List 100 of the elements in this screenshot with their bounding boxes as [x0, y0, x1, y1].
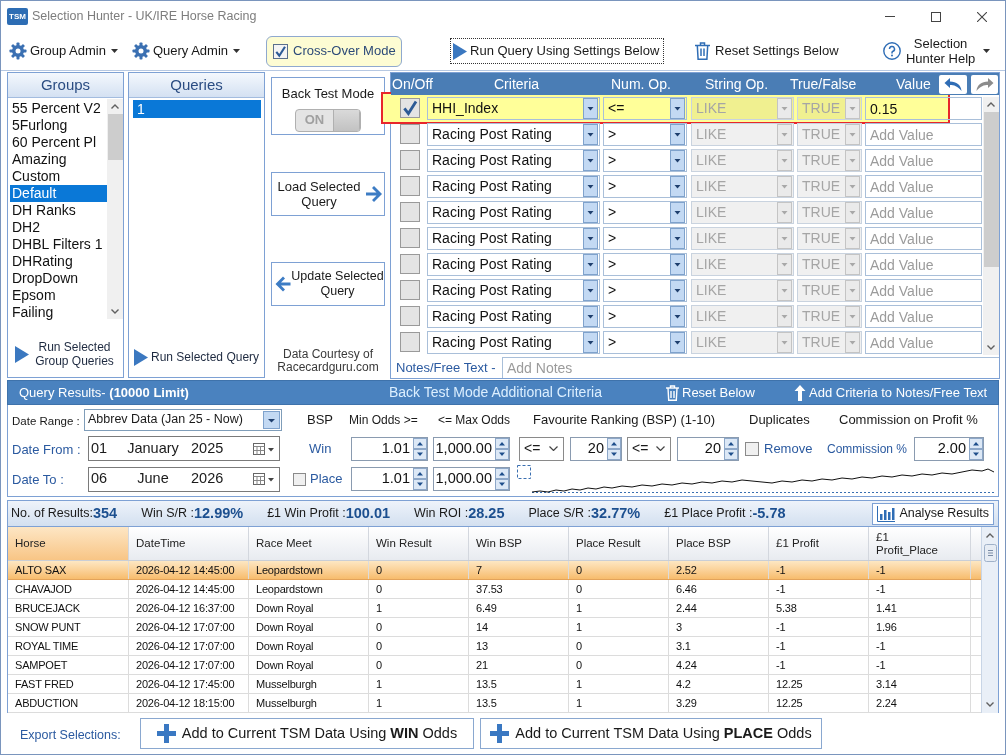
- criteria-dropdown[interactable]: Racing Post Rating: [427, 149, 600, 172]
- group-list-item[interactable]: Epsom: [10, 287, 107, 304]
- operator-dropdown[interactable]: >: [603, 227, 687, 250]
- odds-spinner[interactable]: 1,000.00: [433, 467, 510, 491]
- checkbox[interactable]: [400, 202, 420, 222]
- value-field[interactable]: Add Value: [865, 201, 982, 224]
- table-row[interactable]: SNOW PUNT 2026-04-12 17:07:00 Down Royal 0 14 1 3 -1 1.96: [8, 618, 981, 637]
- reset-below-button[interactable]: Reset Below: [666, 382, 755, 403]
- export-button[interactable]: Add to Current TSM Data Using WIN Odds: [140, 718, 474, 749]
- column-header[interactable]: £1 Profit: [769, 527, 869, 560]
- column-header[interactable]: Win Result: [369, 527, 469, 560]
- cross-over-mode-toggle[interactable]: Cross-Over Mode: [266, 35, 403, 67]
- operator-dropdown[interactable]: >: [603, 331, 687, 354]
- checkbox[interactable]: [400, 254, 420, 274]
- table-row[interactable]: ALTO SAX 2026-04-12 14:45:00 Leopardstown 0 7 0 2.52 -1 -1: [8, 561, 981, 580]
- operator-dropdown[interactable]: >: [603, 201, 687, 224]
- run-query-button[interactable]: Run Query Using Settings Below: [450, 38, 665, 64]
- scrollbar-thumb[interactable]: [983, 112, 999, 267]
- value-field[interactable]: Add Value: [865, 253, 982, 276]
- column-header[interactable]: DateTime: [129, 527, 249, 560]
- table-row[interactable]: CHAVAJOD 2026-04-12 14:45:00 Leopardstown 0 37.53 0 6.46 -1 -1: [8, 580, 981, 599]
- checkbox[interactable]: [400, 306, 420, 326]
- value-field[interactable]: Add Value: [865, 175, 982, 198]
- operator-dropdown[interactable]: <=: [603, 97, 687, 120]
- checkbox[interactable]: [400, 150, 420, 170]
- run-query-button[interactable]: Run Selected Query: [134, 348, 260, 366]
- table-row[interactable]: ROYAL TIME 2026-04-12 17:07:00 Down Royal 0 13 0 3.1 -1 -1: [8, 637, 981, 656]
- help-menu[interactable]: Selection Hunter Help: [882, 36, 990, 66]
- ranking-spinner[interactable]: 20: [677, 436, 739, 461]
- operator-select[interactable]: <=: [627, 436, 671, 461]
- analyse-results-button[interactable]: Analyse Results: [872, 502, 994, 525]
- operator-dropdown[interactable]: >: [603, 305, 687, 328]
- add-criteria-button[interactable]: Add Criteria to Notes/Free Text: [794, 382, 988, 403]
- criteria-dropdown[interactable]: Racing Post Rating: [427, 305, 600, 328]
- scrollbar[interactable]: [983, 97, 999, 355]
- column-header[interactable]: Win BSP: [469, 527, 569, 560]
- value-field[interactable]: Add Value: [865, 149, 982, 172]
- criteria-dropdown[interactable]: Racing Post Rating: [427, 253, 600, 276]
- scrollbar-thumb[interactable]: [107, 114, 123, 160]
- checkbox[interactable]: [400, 228, 420, 248]
- group-list-item[interactable]: 5Furlong: [10, 117, 107, 134]
- criteria-dropdown[interactable]: Racing Post Rating: [427, 175, 600, 198]
- odds-spinner[interactable]: 1.01: [351, 467, 428, 491]
- odds-spinner[interactable]: 1.01: [351, 436, 428, 461]
- export-button[interactable]: Add to Current TSM Data Using PLACE Odds: [480, 718, 822, 749]
- group-list-item[interactable]: Failing: [10, 304, 107, 321]
- undo-button[interactable]: [939, 74, 967, 94]
- scrollbar[interactable]: [107, 99, 123, 319]
- group-list-item[interactable]: Default: [10, 185, 107, 202]
- reset-settings-button[interactable]: Reset Settings Below: [695, 41, 839, 61]
- table-row[interactable]: ABDUCTION 2026-04-12 18:15:00 Musselburgh 1 13.5 1 3.29 12.25 2.24: [8, 694, 981, 713]
- value-field[interactable]: 0.15: [865, 97, 982, 120]
- close-icon[interactable]: [977, 11, 987, 22]
- scrollbar[interactable]: [981, 527, 998, 713]
- checkbox[interactable]: [400, 176, 420, 196]
- date-field[interactable]: 01 January 2025: [88, 436, 280, 461]
- checkbox[interactable]: [273, 43, 289, 59]
- checkbox[interactable]: [293, 472, 306, 486]
- operator-dropdown[interactable]: >: [603, 123, 687, 146]
- group-list-item[interactable]: 60 Percent Pl: [10, 134, 107, 151]
- date-range-dropdown[interactable]: Abbrev Data (Jan 25 - Now): [84, 408, 282, 431]
- column-header[interactable]: £1 Profit_Place: [869, 527, 971, 560]
- date-field[interactable]: 06 June 2026: [88, 466, 280, 492]
- column-header[interactable]: Horse: [8, 527, 129, 560]
- group-list-item[interactable]: Amazing: [10, 151, 107, 168]
- table-row[interactable]: FAST FRED 2026-04-12 17:45:00 Musselburgh 1 13.5 1 4.2 12.25 3.14: [8, 675, 981, 694]
- table-row[interactable]: SAMPOET 2026-04-12 17:07:00 Down Royal 0 21 0 4.24 -1 -1: [8, 656, 981, 675]
- criteria-dropdown[interactable]: Racing Post Rating: [427, 279, 600, 302]
- criteria-dropdown[interactable]: Racing Post Rating: [427, 201, 600, 224]
- ranking-spinner[interactable]: 20: [570, 436, 622, 461]
- checkbox[interactable]: [400, 280, 420, 300]
- group-list-item[interactable]: Custom: [10, 168, 107, 185]
- operator-dropdown[interactable]: >: [603, 175, 687, 198]
- criteria-dropdown[interactable]: Racing Post Rating: [427, 123, 600, 146]
- checkbox[interactable]: [400, 332, 420, 352]
- value-field[interactable]: Add Value: [865, 123, 982, 146]
- table-row[interactable]: BRUCEJACK 2026-04-12 16:37:00 Down Royal 1 6.49 1 2.44 5.38 1.41: [8, 599, 981, 618]
- group-list-item[interactable]: 55 Percent V2: [10, 100, 107, 117]
- checkbox[interactable]: [400, 98, 420, 118]
- column-header[interactable]: Race Meet: [249, 527, 369, 560]
- redo-button[interactable]: [971, 74, 998, 94]
- checkbox[interactable]: [400, 124, 420, 144]
- operator-select[interactable]: <=: [519, 436, 564, 461]
- notes-field[interactable]: Add Notes: [502, 357, 999, 378]
- criteria-dropdown[interactable]: Racing Post Rating: [427, 227, 600, 250]
- query-admin-menu[interactable]: Query Admin: [131, 41, 241, 61]
- operator-dropdown[interactable]: >: [603, 149, 687, 172]
- run-group-queries-button[interactable]: Run Selected Group Queries: [14, 340, 117, 368]
- group-list-item[interactable]: DHRating: [10, 253, 107, 270]
- group-list-item[interactable]: DH Ranks: [10, 202, 107, 219]
- operator-dropdown[interactable]: >: [603, 253, 687, 276]
- load-query-button[interactable]: Load Selected Query: [271, 172, 385, 216]
- maximize-icon[interactable]: [931, 11, 941, 22]
- group-list-item[interactable]: DropDown: [10, 270, 107, 287]
- column-header[interactable]: Place Result: [569, 527, 669, 560]
- value-field[interactable]: Add Value: [865, 227, 982, 250]
- value-field[interactable]: Add Value: [865, 305, 982, 328]
- value-field[interactable]: Add Value: [865, 279, 982, 302]
- scrollbar-thumb[interactable]: [983, 544, 997, 562]
- criteria-dropdown[interactable]: Racing Post Rating: [427, 331, 600, 354]
